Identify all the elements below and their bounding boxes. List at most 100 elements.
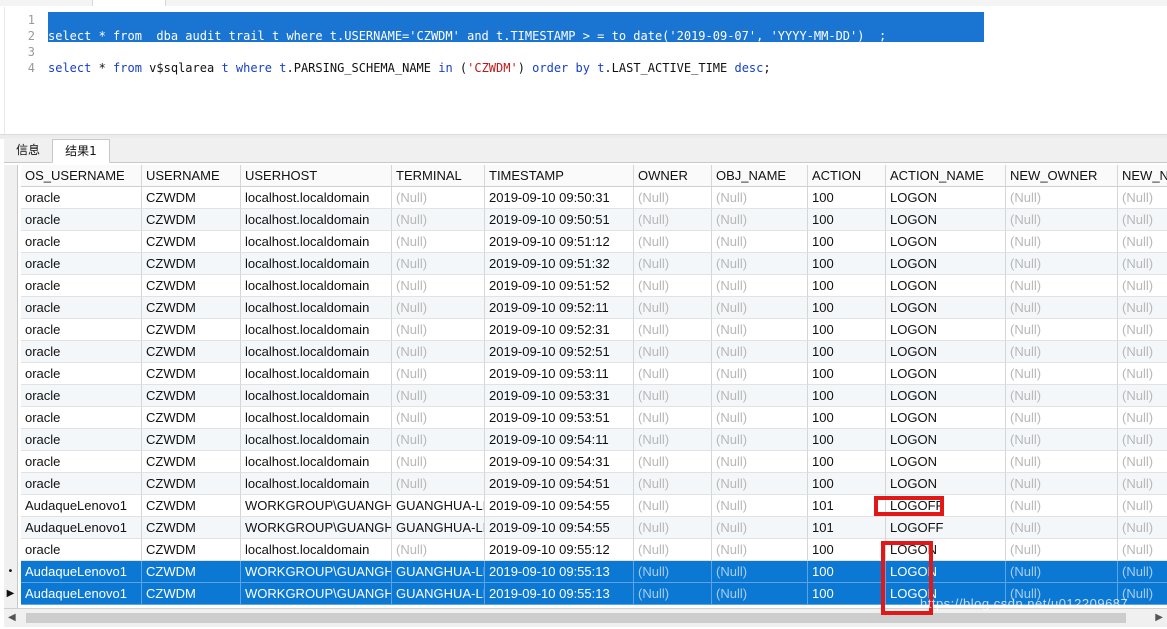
table-cell[interactable]: (Null) bbox=[712, 297, 808, 319]
table-cell[interactable]: CZWDM bbox=[142, 561, 241, 583]
table-cell[interactable]: (Null) bbox=[392, 187, 485, 209]
table-cell[interactable]: WORKGROUP\GUANGHUA bbox=[241, 561, 392, 583]
column-header[interactable]: TERMINAL bbox=[392, 165, 485, 187]
table-cell[interactable]: 100 bbox=[808, 253, 886, 275]
table-cell[interactable]: CZWDM bbox=[142, 495, 241, 517]
table-cell[interactable]: (Null) bbox=[1006, 363, 1118, 385]
table-cell[interactable]: GUANGHUA-LI bbox=[392, 517, 485, 539]
table-cell[interactable]: (Null) bbox=[1118, 473, 1167, 495]
table-cell[interactable]: localhost.localdomain bbox=[241, 341, 392, 363]
code-line-2[interactable]: select * from dba_audit_trail t where t.… bbox=[48, 28, 886, 44]
table-cell[interactable]: oracle bbox=[21, 209, 142, 231]
table-cell[interactable]: 2019-09-10 09:54:51 bbox=[485, 473, 634, 495]
table-row[interactable]: oracle CZWDM localhost.localdomain (Null) 20… bbox=[21, 451, 1167, 473]
table-cell[interactable]: (Null) bbox=[392, 341, 485, 363]
table-cell[interactable]: (Null) bbox=[634, 429, 712, 451]
table-cell[interactable]: (Null) bbox=[712, 583, 808, 605]
table-cell[interactable]: CZWDM bbox=[142, 275, 241, 297]
table-cell[interactable]: (Null) bbox=[1006, 407, 1118, 429]
table-cell[interactable]: oracle bbox=[21, 319, 142, 341]
table-cell[interactable]: 100 bbox=[808, 451, 886, 473]
table-cell[interactable]: (Null) bbox=[1006, 495, 1118, 517]
table-cell[interactable]: (Null) bbox=[1118, 429, 1167, 451]
table-cell[interactable]: localhost.localdomain bbox=[241, 473, 392, 495]
table-cell[interactable]: (Null) bbox=[634, 451, 712, 473]
table-cell[interactable]: localhost.localdomain bbox=[241, 363, 392, 385]
table-cell[interactable]: (Null) bbox=[634, 297, 712, 319]
table-row[interactable]: oracle CZWDM localhost.localdomain (Null) 20… bbox=[21, 473, 1167, 495]
scrollbar-thumb[interactable] bbox=[26, 613, 1126, 623]
table-cell[interactable]: LOGON bbox=[886, 385, 1006, 407]
table-cell[interactable]: CZWDM bbox=[142, 451, 241, 473]
column-header[interactable]: OWNER bbox=[634, 165, 712, 187]
column-header[interactable]: NEW_NAME bbox=[1118, 165, 1167, 187]
table-cell[interactable]: LOGON bbox=[886, 187, 1006, 209]
table-cell[interactable]: localhost.localdomain bbox=[241, 429, 392, 451]
table-cell[interactable]: (Null) bbox=[392, 473, 485, 495]
table-cell[interactable]: CZWDM bbox=[142, 231, 241, 253]
table-cell[interactable]: LOGON bbox=[886, 363, 1006, 385]
table-cell[interactable]: 2019-09-10 09:55:13 bbox=[485, 561, 634, 583]
column-header[interactable]: USERHOST bbox=[241, 165, 392, 187]
table-cell[interactable]: 100 bbox=[808, 583, 886, 605]
table-cell[interactable]: LOGON bbox=[886, 429, 1006, 451]
table-cell[interactable]: (Null) bbox=[1118, 253, 1167, 275]
table-cell[interactable]: (Null) bbox=[634, 539, 712, 561]
table-row[interactable]: oracle CZWDM localhost.localdomain (Null) 20… bbox=[21, 407, 1167, 429]
table-cell[interactable]: (Null) bbox=[1006, 187, 1118, 209]
table-row[interactable]: oracle CZWDM localhost.localdomain (Null) 20… bbox=[21, 363, 1167, 385]
table-cell[interactable]: (Null) bbox=[1006, 319, 1118, 341]
table-cell[interactable]: CZWDM bbox=[142, 297, 241, 319]
table-cell[interactable]: CZWDM bbox=[142, 253, 241, 275]
table-cell[interactable]: (Null) bbox=[634, 209, 712, 231]
table-cell[interactable]: 100 bbox=[808, 363, 886, 385]
table-row[interactable]: oracle CZWDM localhost.localdomain (Null) 20… bbox=[21, 539, 1167, 561]
table-cell[interactable]: LOGON bbox=[886, 231, 1006, 253]
table-cell[interactable]: 2019-09-10 09:52:51 bbox=[485, 341, 634, 363]
table-cell[interactable]: localhost.localdomain bbox=[241, 385, 392, 407]
table-cell[interactable]: LOGON bbox=[886, 341, 1006, 363]
table-row[interactable]: oracle CZWDM localhost.localdomain (Null) 20… bbox=[21, 429, 1167, 451]
table-cell[interactable]: (Null) bbox=[634, 561, 712, 583]
table-cell[interactable]: (Null) bbox=[634, 275, 712, 297]
table-cell[interactable]: (Null) bbox=[712, 363, 808, 385]
table-cell[interactable]: oracle bbox=[21, 473, 142, 495]
table-cell[interactable]: (Null) bbox=[712, 539, 808, 561]
table-cell[interactable]: 2019-09-10 09:53:31 bbox=[485, 385, 634, 407]
table-cell[interactable]: CZWDM bbox=[142, 187, 241, 209]
table-cell[interactable]: (Null) bbox=[634, 517, 712, 539]
table-cell[interactable]: CZWDM bbox=[142, 341, 241, 363]
table-cell[interactable]: 2019-09-10 09:55:12 bbox=[485, 539, 634, 561]
table-cell[interactable]: (Null) bbox=[1006, 561, 1118, 583]
table-cell[interactable]: WORKGROUP\GUANGHUA bbox=[241, 583, 392, 605]
table-row[interactable]: oracle CZWDM localhost.localdomain (Null) 20… bbox=[21, 319, 1167, 341]
table-cell[interactable]: (Null) bbox=[712, 561, 808, 583]
table-cell[interactable]: (Null) bbox=[1006, 385, 1118, 407]
table-cell[interactable]: CZWDM bbox=[142, 539, 241, 561]
table-cell[interactable]: (Null) bbox=[634, 407, 712, 429]
table-cell[interactable]: (Null) bbox=[1118, 363, 1167, 385]
table-cell[interactable]: GUANGHUA-LI bbox=[392, 495, 485, 517]
table-cell[interactable]: CZWDM bbox=[142, 583, 241, 605]
table-cell[interactable]: 2019-09-10 09:53:51 bbox=[485, 407, 634, 429]
table-cell[interactable]: (Null) bbox=[392, 297, 485, 319]
table-cell[interactable]: (Null) bbox=[1118, 231, 1167, 253]
result-grid[interactable]: OS_USERNAME USERNAME USERHOST TERMINAL TIMES… bbox=[4, 165, 1167, 608]
tab-info[interactable]: 信息 bbox=[8, 139, 48, 161]
table-cell[interactable]: (Null) bbox=[1118, 385, 1167, 407]
table-cell[interactable]: (Null) bbox=[392, 429, 485, 451]
table-cell[interactable]: 100 bbox=[808, 209, 886, 231]
table-cell[interactable]: (Null) bbox=[1006, 539, 1118, 561]
table-cell[interactable]: CZWDM bbox=[142, 429, 241, 451]
column-header[interactable]: NEW_OWNER bbox=[1006, 165, 1118, 187]
table-cell[interactable]: LOGON bbox=[886, 209, 1006, 231]
table-cell[interactable]: (Null) bbox=[1006, 297, 1118, 319]
table-cell[interactable]: (Null) bbox=[712, 517, 808, 539]
table-cell[interactable]: (Null) bbox=[712, 495, 808, 517]
table-cell[interactable]: localhost.localdomain bbox=[241, 187, 392, 209]
table-cell[interactable]: 100 bbox=[808, 231, 886, 253]
table-cell[interactable]: (Null) bbox=[712, 209, 808, 231]
table-cell[interactable]: (Null) bbox=[392, 407, 485, 429]
table-cell[interactable]: (Null) bbox=[1006, 253, 1118, 275]
table-cell[interactable]: (Null) bbox=[1118, 187, 1167, 209]
